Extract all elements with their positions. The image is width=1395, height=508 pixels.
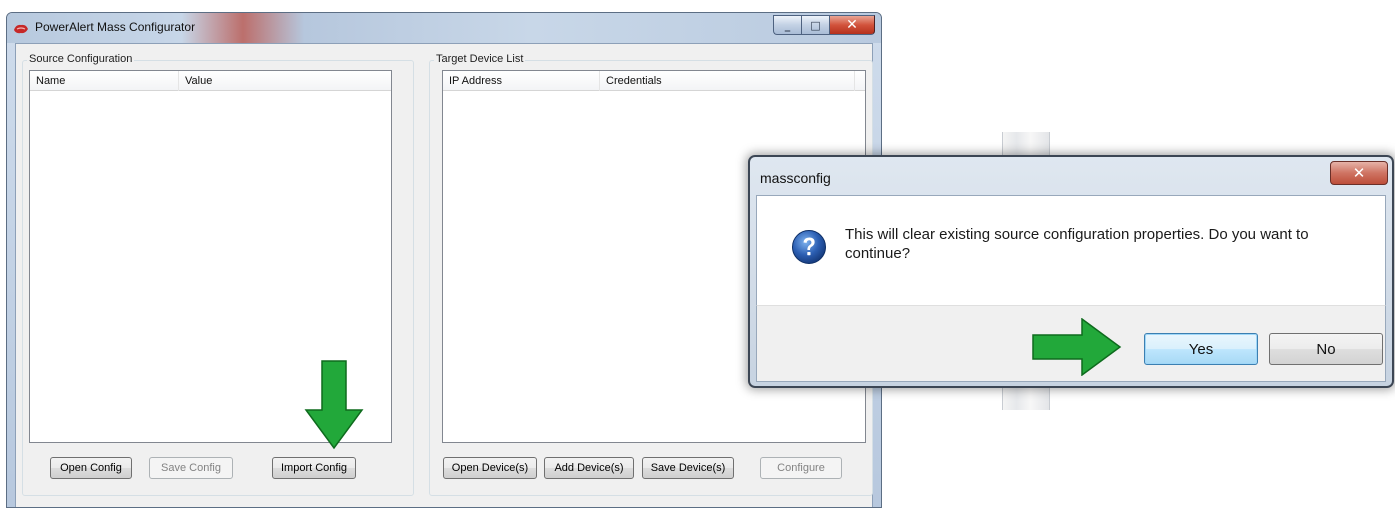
- target-list-header: IP Address Credentials: [443, 71, 865, 91]
- window-title: PowerAlert Mass Configurator: [35, 20, 196, 34]
- dialog-close-button[interactable]: ✕: [1330, 161, 1388, 185]
- column-header-credentials[interactable]: Credentials: [600, 71, 855, 91]
- source-list-header: Name Value: [30, 71, 391, 91]
- column-header-ip-address[interactable]: IP Address: [443, 71, 600, 91]
- close-icon: ✕: [846, 17, 858, 33]
- window-controls: _ □ ✕: [773, 15, 875, 35]
- minimize-button[interactable]: _: [773, 15, 801, 35]
- source-configuration-title: Source Configuration: [27, 53, 135, 65]
- app-logo-icon: [14, 24, 28, 34]
- column-header-name[interactable]: Name: [30, 71, 179, 91]
- close-button[interactable]: ✕: [829, 15, 875, 35]
- minimize-icon: _: [784, 18, 791, 32]
- right-arrow-annotation: [1032, 318, 1122, 376]
- window-client-area: Source Configuration Name Value Open Con…: [15, 43, 873, 507]
- no-button[interactable]: No: [1269, 333, 1383, 365]
- yes-button[interactable]: Yes: [1144, 333, 1258, 365]
- open-devices-button[interactable]: Open Device(s): [443, 457, 537, 479]
- dialog-title: massconfig: [760, 170, 831, 186]
- maximize-icon: □: [810, 18, 821, 32]
- configure-button[interactable]: Configure: [760, 457, 842, 479]
- down-arrow-annotation: [304, 360, 364, 450]
- dialog-titlebar[interactable]: massconfig ✕: [750, 157, 1392, 195]
- save-config-button[interactable]: Save Config: [149, 457, 233, 479]
- save-devices-button[interactable]: Save Device(s): [642, 457, 734, 479]
- maximize-button[interactable]: □: [801, 15, 829, 35]
- column-header-value[interactable]: Value: [179, 71, 393, 91]
- close-icon: ✕: [1352, 164, 1366, 182]
- target-device-list-title: Target Device List: [434, 53, 526, 65]
- add-devices-button[interactable]: Add Device(s): [544, 457, 634, 479]
- open-config-button[interactable]: Open Config: [50, 457, 132, 479]
- main-titlebar[interactable]: PowerAlert Mass Configurator _ □ ✕: [7, 13, 881, 43]
- dialog-message: This will clear existing source configur…: [845, 226, 1309, 262]
- dialog-body: This will clear existing source configur…: [756, 195, 1386, 305]
- question-icon: [792, 230, 826, 264]
- import-config-button[interactable]: Import Config: [272, 457, 356, 479]
